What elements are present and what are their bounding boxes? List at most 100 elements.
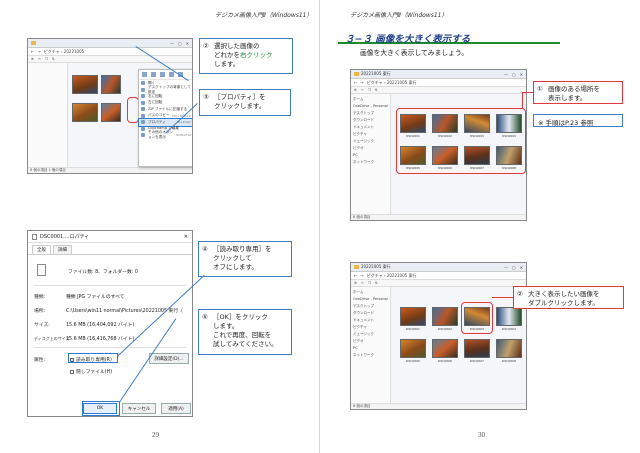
command-bar: ⊕ ✂ ❐ ⇅	[351, 87, 526, 94]
nav-item[interactable]: ビデオ	[353, 145, 388, 152]
status-bar: 8 個の項目	[351, 214, 526, 220]
nav-item[interactable]: ピクチャ	[353, 324, 388, 331]
cut-icon[interactable]: ✂	[38, 57, 41, 61]
nav-item[interactable]: ドキュメント	[353, 317, 388, 324]
photo-thumbnail[interactable]	[400, 307, 426, 326]
sort-icon[interactable]: ⇅	[375, 88, 378, 92]
photo-thumbnail[interactable]	[101, 75, 121, 94]
nav-item[interactable]: ドキュメント	[353, 124, 388, 131]
cut-icon[interactable]: ✂	[361, 281, 364, 285]
rename-icon[interactable]	[160, 72, 165, 77]
status-bar: 8 個の項目 1 個の項目	[28, 167, 192, 173]
nav-item[interactable]: ホーム	[353, 96, 388, 103]
nav-item[interactable]: ミュージック	[353, 331, 388, 338]
prop-row-size: サイズ: 15.6 MB (16,404,092 バイト)	[34, 323, 135, 328]
leader-line	[492, 297, 513, 298]
prop-row-type: 種類: 種類 JPG ファイルのすべて	[34, 295, 125, 300]
window-controls[interactable]: — ▢ ✕	[170, 41, 189, 46]
callout-step-1: ① 画像のある場所を 表示します。	[533, 81, 623, 104]
new-icon[interactable]: ⊕	[354, 281, 357, 285]
folder-icon	[31, 41, 36, 45]
sort-icon[interactable]: ⇅	[52, 57, 55, 61]
photo-thumbnail[interactable]	[72, 75, 98, 94]
nav-item[interactable]: ネットワーク	[353, 159, 388, 166]
command-bar: ⊕ ✂ ❐ ⇅	[28, 56, 192, 63]
nav-item[interactable]: PC	[353, 152, 388, 159]
hidden-checkbox[interactable]: 隠しファイル(H)	[70, 368, 112, 375]
back-icon[interactable]: ←	[31, 49, 34, 54]
photo-thumbnail[interactable]	[432, 339, 458, 358]
address-bar[interactable]: ← → ピクチャ › 20221005	[28, 48, 192, 56]
nav-item[interactable]: PC	[353, 345, 388, 352]
target-image-highlight	[461, 302, 493, 334]
new-icon[interactable]: ⊕	[31, 57, 34, 61]
running-head: デジカメ画像入門Ⅱ（Windows11）	[215, 12, 313, 19]
callout-step-2-double-click: ② 大きく表示したい画像を ダブルクリックします。	[513, 286, 624, 309]
address-path: ピクチャ › 20221005 東行	[366, 272, 417, 278]
photo-thumbnail[interactable]	[464, 339, 490, 358]
status-bar: 8 個の項目	[351, 403, 526, 409]
callout-step-3: ③ ［プロパティ］を クリックします。	[199, 89, 291, 116]
copy-icon[interactable]: ❐	[368, 88, 371, 92]
nav-item[interactable]: ダウンロード	[353, 117, 388, 124]
thumbnail-label: DSC0007	[470, 359, 484, 363]
leader-line	[522, 92, 523, 109]
section-subtitle: 画像を大きく表示してみましょう。	[360, 49, 469, 57]
nav-item[interactable]: ダウンロード	[353, 310, 388, 317]
window-title: 20221005 東行	[361, 71, 391, 76]
reference-note: ※ 手順はP.23 参照	[533, 114, 623, 127]
copy-icon[interactable]: ❐	[368, 281, 371, 285]
tab-general[interactable]: 全般	[32, 245, 51, 254]
command-bar: ⊕ ✂ ❐ ⇅	[351, 280, 526, 287]
thumbnail-label: DSC0005	[406, 359, 420, 363]
advanced-button[interactable]: 詳細設定(D)...	[149, 353, 189, 364]
nav-item[interactable]: ミュージック	[353, 138, 388, 145]
window-controls[interactable]: — ▢ ✕	[504, 72, 523, 77]
address-bar[interactable]: ← → ピクチャ › 20221005 東行	[351, 272, 526, 280]
forward-icon[interactable]: →	[360, 80, 363, 85]
nav-item[interactable]: ホーム	[353, 289, 388, 296]
nav-item[interactable]: デスクトップ	[353, 303, 388, 310]
cut-icon[interactable]: ✂	[361, 88, 364, 92]
nav-item[interactable]: OneDrive - Personal	[353, 103, 388, 110]
nav-item[interactable]: ネットワーク	[353, 352, 388, 359]
running-head: デジカメ画像入門Ⅱ（Windows11）	[350, 12, 448, 19]
new-icon[interactable]: ⊕	[354, 88, 357, 92]
address-bar[interactable]: ← → ピクチャ › 20221005 東行	[351, 79, 526, 87]
checkbox-icon	[70, 369, 74, 374]
photo-thumbnail[interactable]	[496, 339, 522, 358]
photo-thumbnail[interactable]	[432, 307, 458, 326]
clipchamp-icon	[141, 126, 145, 131]
tab-details[interactable]: 詳細	[53, 245, 72, 254]
divider	[34, 347, 186, 348]
readonly-highlight	[68, 353, 118, 363]
nav-item[interactable]: ピクチャ	[353, 131, 388, 138]
photo-thumbnail[interactable]	[72, 103, 98, 122]
copy-icon[interactable]: ❐	[45, 57, 48, 61]
copy-icon[interactable]	[151, 72, 156, 77]
images-area-highlight	[396, 108, 526, 174]
nav-item[interactable]: デスクトップ	[353, 110, 388, 117]
forward-icon[interactable]: →	[360, 273, 363, 278]
photo-thumbnail[interactable]	[101, 103, 121, 122]
forward-icon[interactable]: →	[37, 49, 40, 54]
back-icon[interactable]: ←	[354, 80, 357, 85]
close-icon[interactable]: ✕	[184, 234, 188, 240]
share-icon[interactable]	[169, 72, 174, 77]
cancel-button[interactable]: キャンセル	[122, 403, 156, 414]
photo-thumbnail[interactable]	[400, 339, 426, 358]
nav-item[interactable]: OneDrive - Personal	[353, 296, 388, 303]
context-menu: 開く デスクトップの背景として設定 右に回転 左に回転 ZIP ファイルに圧縮す…	[138, 69, 192, 167]
photo-thumbnail[interactable]	[496, 307, 522, 326]
page-number: 29	[152, 431, 159, 439]
apply-button[interactable]: 適用(A)	[161, 403, 191, 414]
cut-icon[interactable]	[142, 72, 147, 77]
page-number: 30	[478, 431, 485, 439]
explorer-screenshot-1: 20221005 東行 — ▢ ✕ ← → ピクチャ › 20221005 東行 ⊕…	[350, 69, 527, 221]
folder-icon	[354, 265, 359, 269]
section-title: ３−３ 画像を大きく表示する	[345, 34, 471, 45]
nav-item[interactable]: ビデオ	[353, 338, 388, 345]
back-icon[interactable]: ←	[354, 273, 357, 278]
sort-icon[interactable]: ⇅	[375, 281, 378, 285]
window-controls[interactable]: — ▢ ✕	[504, 265, 523, 270]
